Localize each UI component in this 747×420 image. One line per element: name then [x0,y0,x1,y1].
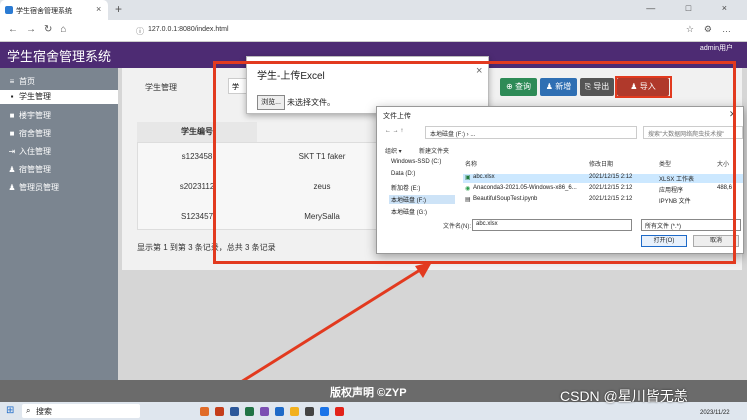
annotation-rectangle [213,61,736,264]
new-tab-button[interactable]: + [115,2,122,16]
app-icon[interactable] [305,407,314,416]
windows-start-icon[interactable]: ⊞ [6,405,14,416]
sidebar-item-buildings[interactable]: ■ 楼宇管理 [8,110,51,121]
home-icon: ≡ [9,77,15,86]
user-name[interactable]: admin用户 [700,43,733,53]
sidebar: ≡ 首页 ▪ 学生管理 ■ 楼宇管理 ■ 宿舍管理 ⇥ 入住管理 ♟ 宿管管理 ♟ 管理员管理 [0,68,118,380]
footer-text: 版权声明 ©ZYP [330,387,407,399]
search-icon: ⌕ [26,406,31,415]
sidebar-item-home[interactable]: ≡ 首页 [8,76,35,87]
app-icon[interactable] [275,407,284,416]
window-controls[interactable]: — □ × [646,3,741,13]
student-icon: ▪ [10,92,14,101]
browser-tab-bar: 学生宿舍管理系统 × + — □ × [0,0,747,20]
sidebar-item-dorms[interactable]: ■ 宿舍管理 [8,128,51,139]
browser-tab[interactable]: 学生宿舍管理系统 × [0,0,108,20]
tab-close-icon[interactable]: × [96,4,101,14]
filter-label: 学生管理 [145,83,177,92]
sidebar-item-dormmanagers[interactable]: ♟ 宿管管理 [8,164,51,175]
app-icon[interactable] [230,407,239,416]
info-icon[interactable]: ⓘ [136,26,144,37]
app-icon[interactable] [200,407,209,416]
dorm-icon: ■ [9,129,15,138]
sidebar-item-checkin[interactable]: ⇥ 入住管理 [8,146,51,157]
sidebar-item-students[interactable]: ▪ 学生管理 [0,90,118,104]
app-icon[interactable] [215,407,224,416]
nav-buttons[interactable]: ←→↻⌂ [8,24,74,35]
favicon-icon [5,6,13,14]
browser-actions[interactable]: ☆⚙… [686,24,741,35]
app-icon[interactable] [335,407,344,416]
app-title: 学生宿舍管理系统 [7,49,112,64]
checkin-icon: ⇥ [8,147,16,156]
browser-icon[interactable] [320,407,329,416]
watermark: CSDN @星川皆无恙 [560,388,688,404]
taskbar-clock: 2023/11/22 [700,410,730,416]
app-icon[interactable] [245,407,254,416]
user-icon: ♟ [8,183,16,192]
app-icon[interactable] [260,407,269,416]
taskbar-search[interactable]: ⌕ 搜索 [22,404,140,418]
folder-icon[interactable] [290,407,299,416]
user-icon: ♟ [8,165,16,174]
sidebar-item-admins[interactable]: ♟ 管理员管理 [8,182,59,193]
building-icon: ■ [9,111,15,120]
url-text[interactable]: 127.0.0.1:8080/index.html [148,26,229,33]
tab-title: 学生宿舍管理系统 [16,8,72,15]
address-bar: ←→↻⌂ ⓘ 127.0.0.1:8080/index.html ☆⚙… [0,20,747,42]
